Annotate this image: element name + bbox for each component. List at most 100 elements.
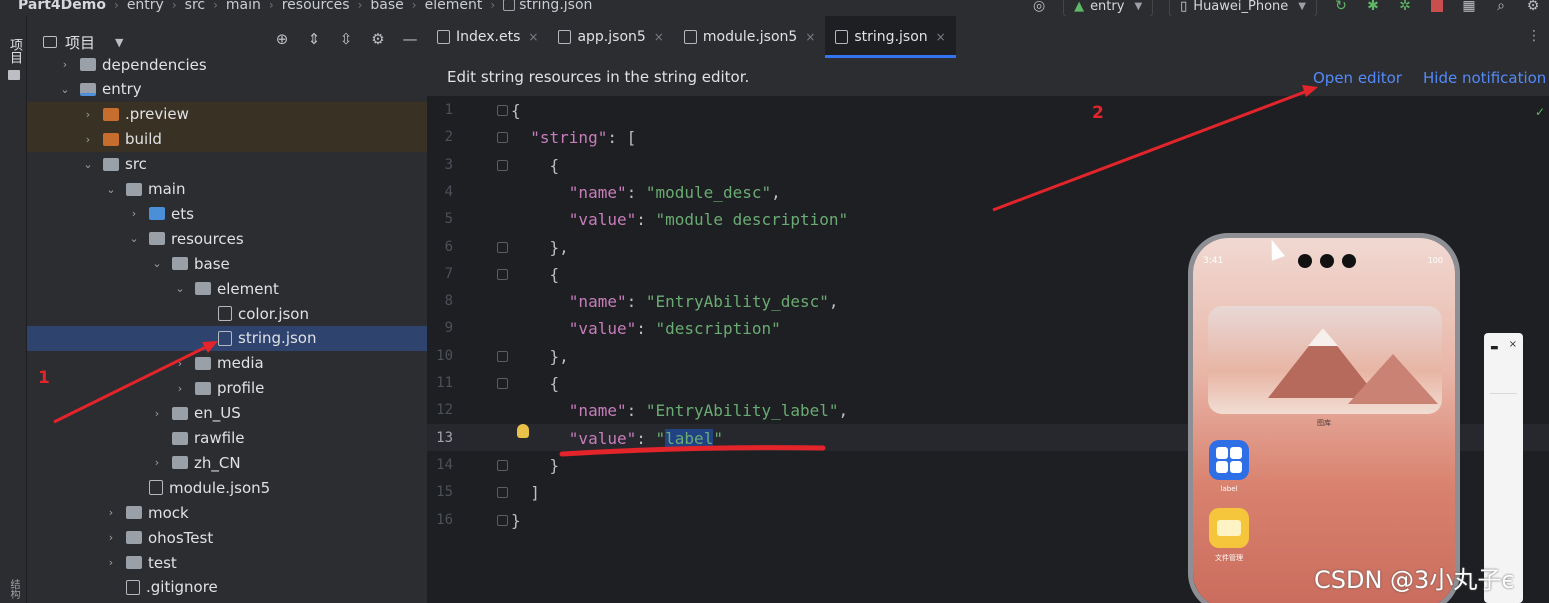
tree-item[interactable]: › dependencies: [27, 52, 427, 77]
grid-icon[interactable]: [1209, 440, 1249, 480]
debug-icon[interactable]: ✱: [1365, 0, 1381, 14]
tree-item[interactable]: › zh_CN: [27, 450, 427, 475]
gear-icon[interactable]: ⚙: [1525, 0, 1541, 14]
tree-item[interactable]: › profile: [27, 376, 427, 401]
chevron-right-icon[interactable]: ›: [81, 108, 95, 121]
code-line[interactable]: ]: [511, 479, 540, 506]
chevron-down-icon[interactable]: ⌄: [58, 83, 72, 96]
code-line[interactable]: }: [511, 507, 521, 534]
chevron-right-icon[interactable]: ›: [104, 506, 118, 519]
tree-item[interactable]: › mock: [27, 500, 427, 525]
code-line[interactable]: "name": "EntryAbility_desc",: [511, 288, 839, 315]
chevron-right-icon[interactable]: ›: [173, 357, 187, 370]
tree-item[interactable]: › test: [27, 550, 427, 575]
collapse-all-icon[interactable]: ⇳: [337, 30, 355, 48]
code-line[interactable]: "value": "description": [511, 315, 781, 342]
code-line[interactable]: "value": "label": [511, 425, 723, 452]
project-structure-icon[interactable]: ▦: [1461, 0, 1477, 14]
close-icon[interactable]: ×: [936, 30, 946, 44]
tree-item[interactable]: ⌄ entry: [27, 77, 427, 102]
chevron-right-icon[interactable]: ›: [104, 556, 118, 569]
code-line[interactable]: },: [511, 343, 569, 370]
fold-marker-icon[interactable]: [497, 487, 508, 499]
gear-icon[interactable]: ⚙: [369, 30, 387, 48]
chevron-down-icon[interactable]: ⌄: [150, 257, 164, 270]
chevron-down-icon[interactable]: ⌄: [81, 158, 95, 171]
more-tabs-icon[interactable]: ⋮: [1527, 28, 1541, 44]
hide-notification-link[interactable]: Hide notification: [1423, 69, 1546, 87]
structure-tool-button[interactable]: 结构: [6, 579, 21, 599]
chevron-down-icon[interactable]: ▼: [115, 36, 123, 49]
project-tool-button[interactable]: 项目: [5, 38, 24, 64]
code-line[interactable]: "name": "module_desc",: [511, 179, 781, 206]
close-icon[interactable]: ×: [654, 30, 664, 44]
chevron-right-icon[interactable]: ›: [104, 531, 118, 544]
fold-marker-icon[interactable]: [497, 378, 508, 389]
fold-marker-icon[interactable]: [497, 514, 508, 526]
breadcrumb-file[interactable]: string.json: [519, 0, 592, 12]
search-icon[interactable]: ⌕: [1493, 0, 1509, 14]
open-editor-link[interactable]: Open editor: [1313, 69, 1402, 87]
tree-item[interactable]: ⌄ element: [27, 276, 427, 301]
rerun-icon[interactable]: ↻: [1333, 0, 1349, 14]
code-line[interactable]: {: [511, 152, 560, 179]
code-line[interactable]: },: [511, 234, 569, 261]
chevron-down-icon[interactable]: ⌄: [104, 183, 118, 196]
close-icon[interactable]: ×: [528, 30, 538, 44]
tree-item[interactable]: › media: [27, 351, 427, 376]
chevron-down-icon[interactable]: ⌄: [173, 282, 187, 295]
tab-app-json5[interactable]: app.json5 ×: [548, 16, 673, 58]
device-preview[interactable]: 3:41 100 图库 label 文件管理: [1188, 233, 1460, 603]
breadcrumb-resources[interactable]: resources: [282, 0, 350, 12]
gallery-widget[interactable]: [1208, 306, 1442, 414]
tree-item[interactable]: › ohosTest: [27, 525, 427, 550]
code-line[interactable]: "string": [: [511, 124, 636, 151]
fold-marker-icon[interactable]: [497, 241, 508, 253]
breadcrumb-project[interactable]: Part4Demo: [18, 0, 106, 12]
code-line[interactable]: "name": "EntryAbility_label",: [511, 397, 848, 424]
breadcrumb-src[interactable]: src: [185, 0, 205, 12]
chevron-right-icon[interactable]: ›: [150, 407, 164, 420]
close-icon[interactable]: ×: [805, 30, 815, 44]
expand-all-icon[interactable]: ⇕: [305, 30, 323, 48]
chevron-right-icon[interactable]: ›: [150, 456, 164, 469]
chevron-right-icon[interactable]: ›: [58, 58, 72, 71]
tree-item[interactable]: › ets: [27, 201, 427, 226]
code-line[interactable]: "value": "module description": [511, 206, 848, 233]
code-line[interactable]: {: [511, 370, 560, 397]
tree-item[interactable]: ⌄ src: [27, 152, 427, 177]
fold-marker-icon[interactable]: [497, 268, 508, 280]
tab-module-json5[interactable]: module.json5 ×: [674, 16, 826, 58]
tree-item[interactable]: .gitignore: [27, 575, 427, 600]
breadcrumb-element[interactable]: element: [425, 0, 483, 12]
tree-item[interactable]: › build: [27, 126, 427, 152]
module-selector[interactable]: ▲ entry ▼: [1063, 0, 1154, 16]
chevron-right-icon[interactable]: ›: [127, 207, 141, 220]
project-panel-title[interactable]: 项目: [65, 32, 95, 53]
attach-debugger-icon[interactable]: ✲: [1397, 0, 1413, 14]
folder-icon[interactable]: [1209, 508, 1249, 548]
fold-marker-icon[interactable]: [497, 459, 508, 471]
chevron-right-icon[interactable]: ›: [173, 382, 187, 395]
code-line[interactable]: }: [511, 452, 560, 479]
tab-string-json[interactable]: string.json ×: [825, 16, 957, 58]
tree-item[interactable]: module.json5: [27, 475, 427, 500]
tree-item[interactable]: string.json: [27, 325, 427, 351]
chevron-right-icon[interactable]: ›: [81, 133, 95, 146]
tree-item[interactable]: ⌄ base: [27, 251, 427, 276]
tree-item[interactable]: color.json: [27, 301, 427, 326]
breadcrumb-base[interactable]: base: [370, 0, 403, 12]
tree-item[interactable]: ⌄ resources: [27, 226, 427, 251]
breadcrumb-entry[interactable]: entry: [127, 0, 164, 12]
fold-marker-icon[interactable]: [497, 159, 508, 171]
tree-item[interactable]: rawfile: [27, 426, 427, 451]
tab-index-ets[interactable]: Index.ets ×: [427, 16, 548, 58]
fold-marker-icon[interactable]: [497, 132, 508, 144]
code-line[interactable]: {: [511, 97, 521, 124]
minimize-icon[interactable]: ▬: [1490, 343, 1499, 353]
locate-file-icon[interactable]: ⊕: [273, 30, 291, 48]
minimize-icon[interactable]: —: [401, 30, 419, 48]
tree-item[interactable]: › en_US: [27, 401, 427, 426]
stop-icon[interactable]: [1429, 0, 1445, 14]
code-line[interactable]: {: [511, 261, 560, 288]
